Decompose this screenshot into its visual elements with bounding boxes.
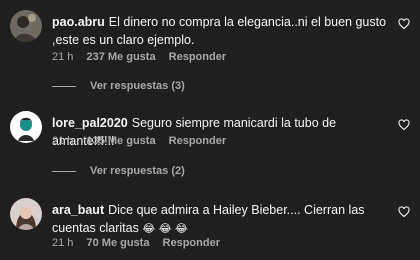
reply-button[interactable]: Responder	[163, 237, 220, 249]
view-replies-button[interactable]: Ver respuestas (2)	[52, 165, 185, 177]
username[interactable]: pao.abru	[52, 15, 105, 29]
comment-text: pao.abru El dinero no compra la elegancia…	[52, 13, 392, 49]
replies-divider	[52, 170, 76, 172]
like-count[interactable]: 70 Me gusta	[86, 237, 149, 249]
like-count[interactable]: 135 Me gusta	[86, 135, 155, 147]
emoji-group: 😂 😂 😂	[142, 222, 188, 235]
username[interactable]: lore_pal2020	[52, 116, 128, 130]
heart-outline-icon[interactable]	[398, 206, 410, 218]
view-replies-label: Ver respuestas (3)	[90, 80, 185, 92]
timestamp: 21 h	[52, 51, 74, 63]
heart-outline-icon[interactable]	[398, 18, 410, 30]
view-replies-label: Ver respuestas (2)	[90, 165, 185, 177]
timestamp: 21 h	[52, 237, 74, 249]
reply-button[interactable]: Responder	[169, 135, 226, 147]
heart-outline-icon[interactable]	[398, 119, 410, 131]
avatar[interactable]	[10, 10, 42, 42]
timestamp: 21 h	[52, 135, 74, 147]
username[interactable]: ara_baut	[52, 203, 104, 217]
view-replies-button[interactable]: Ver respuestas (3)	[52, 80, 185, 92]
reply-button[interactable]: Responder	[169, 51, 226, 63]
avatar[interactable]	[10, 198, 42, 230]
comment-meta: 21 h 70 Me gusta Responder	[52, 237, 230, 249]
comment-meta: 21 h 135 Me gusta Responder	[52, 135, 236, 147]
like-count[interactable]: 237 Me gusta	[86, 51, 155, 63]
replies-divider	[52, 85, 76, 87]
avatar[interactable]	[10, 111, 42, 143]
comment-meta: 21 h 237 Me gusta Responder	[52, 51, 236, 63]
comment-text: ara_baut Dice que admira a Hailey Bieber.…	[52, 201, 392, 238]
